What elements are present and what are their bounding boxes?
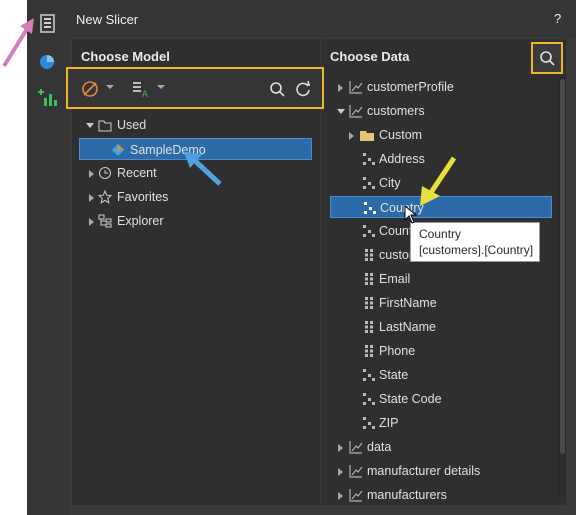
- hierarchy-field-icon: [363, 369, 375, 381]
- tree-item-customerprofile[interactable]: customerProfile: [332, 76, 532, 98]
- chevron-down-icon[interactable]: [337, 108, 345, 116]
- column-field-icon: [365, 321, 373, 333]
- side-rail: [27, 0, 69, 515]
- table-icon: [349, 441, 363, 454]
- disconnect-icon[interactable]: [79, 78, 101, 100]
- tree-label: custom: [379, 248, 410, 262]
- tree-label: Phone: [379, 344, 416, 358]
- tree-item-used[interactable]: Used: [80, 114, 310, 136]
- scrollbar-thumb[interactable]: [560, 79, 565, 454]
- data-search-button[interactable]: [531, 42, 563, 74]
- field-tooltip: Country [customers].[Country]: [410, 222, 540, 262]
- tree-item-zip[interactable]: ZIP: [332, 412, 532, 434]
- search-icon: [540, 51, 555, 66]
- dialog-title: New Slicer: [76, 12, 139, 27]
- tree-label: LastName: [379, 320, 436, 334]
- tree-item-email[interactable]: Email: [332, 268, 532, 290]
- table-icon: [349, 489, 363, 502]
- explorer-icon: [98, 214, 112, 228]
- chevron-right-icon[interactable]: [337, 444, 345, 452]
- chevron-right-icon[interactable]: [337, 84, 345, 92]
- hierarchy-field-icon: [363, 417, 375, 429]
- tree-label: Recent: [117, 166, 157, 180]
- folder-icon: [360, 131, 374, 141]
- tree-label: customerProfile: [367, 80, 454, 94]
- tree-item-manufacturer-details[interactable]: manufacturer details: [332, 460, 532, 482]
- star-icon: [98, 190, 112, 204]
- chevron-right-icon[interactable]: [88, 170, 96, 178]
- blue-arrow-icon: [184, 152, 222, 186]
- chevron-right-icon[interactable]: [88, 218, 96, 226]
- tree-item-firstname[interactable]: FirstName: [332, 292, 532, 314]
- tree-item-state-code[interactable]: State Code: [332, 388, 532, 410]
- svg-text:A: A: [142, 89, 148, 99]
- chevron-right-icon[interactable]: [337, 468, 345, 476]
- choose-model-title: Choose Model: [81, 49, 170, 64]
- chevron-down-icon[interactable]: [104, 81, 116, 93]
- sort-icon[interactable]: A: [130, 78, 152, 100]
- tree-label: FirstName: [379, 296, 437, 310]
- tree-label: ZIP: [379, 416, 399, 430]
- hierarchy-field-icon: [363, 153, 375, 165]
- chevron-right-icon[interactable]: [337, 492, 345, 500]
- chevron-down-icon[interactable]: [86, 122, 94, 130]
- hierarchy-field-icon: [363, 177, 375, 189]
- choose-data-title: Choose Data: [330, 49, 410, 64]
- tree-label: Custom: [379, 128, 423, 142]
- yellow-arrow-icon: [420, 156, 457, 206]
- column-field-icon: [365, 273, 373, 285]
- model-icon: [112, 144, 124, 156]
- tree-label: Explorer: [117, 214, 164, 228]
- tree-label: data: [367, 440, 392, 454]
- tree-item-data[interactable]: data: [332, 436, 532, 458]
- chevron-down-icon[interactable]: [155, 81, 167, 93]
- tree-item-custom-folder[interactable]: Custom: [332, 124, 532, 146]
- tree-label: State: [379, 368, 409, 382]
- pink-arrow-icon: [2, 18, 34, 68]
- table-icon: [349, 81, 363, 94]
- tree-label: customers: [367, 104, 425, 118]
- tree-label: manufacturers: [367, 488, 447, 502]
- tree-label: Used: [117, 118, 147, 132]
- tree-label: State Code: [379, 392, 442, 406]
- history-icon: [99, 167, 111, 179]
- table-icon: [349, 105, 363, 118]
- search-icon[interactable]: [266, 78, 288, 100]
- tree-label: Favorites: [117, 190, 169, 204]
- table-icon: [349, 465, 363, 478]
- column-field-icon: [365, 297, 373, 309]
- tree-item-count[interactable]: Count: [332, 220, 410, 242]
- tooltip-title: Country: [419, 227, 462, 241]
- tree-item-explorer[interactable]: Explorer: [80, 210, 310, 232]
- tree-item-custom-field[interactable]: custom: [332, 244, 410, 266]
- help-button[interactable]: ?: [554, 11, 561, 26]
- refresh-icon[interactable]: [292, 78, 314, 100]
- hierarchy-field-icon: [364, 202, 376, 214]
- tree-item-lastname[interactable]: LastName: [332, 316, 532, 338]
- add-chart-icon[interactable]: [36, 86, 60, 110]
- column-field-icon: [365, 249, 373, 261]
- dialog-title-bar: New Slicer ?: [69, 0, 576, 38]
- tree-item-phone[interactable]: Phone: [332, 340, 532, 362]
- chevron-right-icon[interactable]: [88, 194, 96, 202]
- tree-item-customers[interactable]: customers: [332, 100, 532, 122]
- tooltip-path: [customers].[Country]: [419, 243, 534, 257]
- hierarchy-field-icon: [363, 225, 375, 237]
- hierarchy-field-icon: [363, 393, 375, 405]
- tree-label: City: [379, 176, 401, 190]
- folder-icon: [98, 120, 112, 132]
- column-field-icon: [365, 345, 373, 357]
- model-toolbar: A: [66, 67, 324, 109]
- tree-item-manufacturers[interactable]: manufacturers: [332, 484, 532, 506]
- chevron-right-icon[interactable]: [348, 132, 356, 140]
- tree-label: Email: [379, 272, 411, 286]
- tree-item-state[interactable]: State: [332, 364, 532, 386]
- tree-label: manufacturer details: [367, 464, 481, 478]
